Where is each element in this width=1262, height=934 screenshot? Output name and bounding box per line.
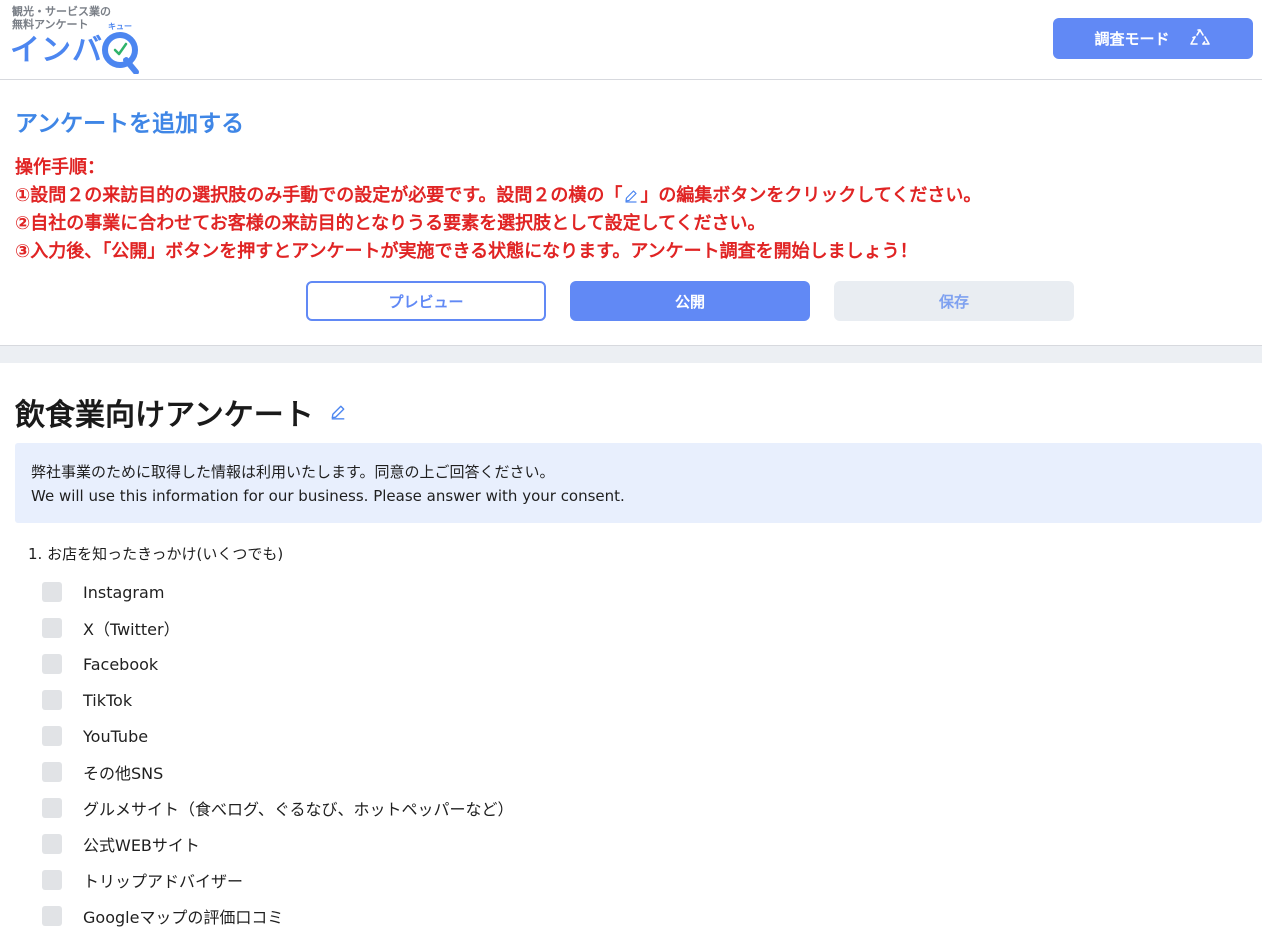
checkbox[interactable] (42, 834, 62, 854)
instruction-steps: 操作手順： ①設問２の来訪目的の選択肢のみ手動での設定が必要です。設問２の横の「… (15, 154, 1255, 266)
option-label: Facebook (83, 654, 159, 674)
publish-button[interactable]: 公開 (570, 281, 810, 321)
checkbox[interactable] (42, 618, 62, 638)
inbaq-logo[interactable]: 観光・サービス業の 無料アンケート インバ キュー (10, 4, 150, 74)
checkbox[interactable] (42, 906, 62, 926)
instruction-heading: 操作手順： (15, 157, 105, 178)
checkbox[interactable] (42, 798, 62, 818)
recycle-icon (1189, 28, 1210, 45)
question-1-options: Instagram X（Twitter） Facebook TikTok You… (42, 574, 942, 934)
option-instagram[interactable]: Instagram (42, 574, 942, 610)
page-title: アンケートを追加する (15, 111, 245, 137)
survey-mode-button[interactable]: 調査モード (1053, 18, 1253, 59)
top-bar: 観光・サービス業の 無料アンケート インバ キュー 調査モード (0, 0, 1262, 80)
checkbox[interactable] (42, 762, 62, 782)
action-buttons: プレビュー 公開 保存 (0, 281, 1262, 321)
checkbox[interactable] (42, 726, 62, 746)
checkbox[interactable] (42, 870, 62, 890)
option-label: その他SNS (83, 764, 164, 783)
survey-mode-label: 調査モード (1094, 30, 1170, 48)
option-label: TikTok (83, 690, 133, 710)
question-1-label: 1. お店を知ったきっかけ(いくつでも) (28, 545, 284, 563)
option-label: トリップアドバイザー (83, 872, 244, 891)
step1-text-before: ①設問２の来訪目的の選択肢のみ手動での設定が必要です。設問２の横の「 (15, 185, 623, 206)
option-label: YouTube (83, 726, 149, 746)
section-divider (0, 345, 1262, 363)
logo-tagline-line2: 無料アンケート (12, 18, 89, 31)
survey-title-text: 飲食業向けアンケート (15, 398, 314, 433)
checkbox[interactable] (42, 654, 62, 674)
instruction-step-3: ③入力後、「公開」ボタンを押すとアンケートが実施できる状態になります。アンケート… (15, 241, 918, 262)
save-button[interactable]: 保存 (834, 281, 1074, 321)
option-x-twitter[interactable]: X（Twitter） (42, 610, 942, 646)
option-gourmet-sites[interactable]: グルメサイト（食べログ、ぐるなび、ホットペッパーなど） (42, 790, 942, 826)
option-label: 公式WEBサイト (83, 836, 200, 855)
instruction-step-1: ①設問２の来訪目的の選択肢のみ手動での設定が必要です。設問２の横の「 」の編集ボタ… (15, 182, 1255, 210)
option-label: グルメサイト（食べログ、ぐるなび、ホットペッパーなど） (83, 800, 514, 819)
option-facebook[interactable]: Facebook (42, 646, 942, 682)
option-other-sns[interactable]: その他SNS (42, 754, 942, 790)
option-google-maps-reviews[interactable]: Googleマップの評価口コミ (42, 898, 942, 934)
option-label: Googleマップの評価口コミ (83, 908, 284, 927)
logo-q-check-icon (102, 32, 139, 74)
preview-button[interactable]: プレビュー (306, 281, 546, 321)
option-official-website[interactable]: 公式WEBサイト (42, 826, 942, 862)
option-label: Instagram (83, 582, 165, 602)
option-label: X（Twitter） (83, 620, 180, 639)
pencil-icon (625, 190, 638, 203)
step1-text-after: 」の編集ボタンをクリックしてください。 (640, 185, 982, 206)
survey-title: 飲食業向けアンケート (15, 390, 346, 434)
logo-brand-text: インバ (10, 33, 103, 68)
option-youtube[interactable]: YouTube (42, 718, 942, 754)
consent-notice: 弊社事業のために取得した情報は利用いたします。同意の上ご回答ください。 We w… (15, 443, 1262, 523)
option-tiktok[interactable]: TikTok (42, 682, 942, 718)
option-tripadvisor[interactable]: トリップアドバイザー (42, 862, 942, 898)
instruction-step-2: ②自社の事業に合わせてお客様の来訪目的となりうる要素を選択肢として設定してくださ… (15, 213, 766, 234)
checkbox[interactable] (42, 582, 62, 602)
consent-notice-en: We will use this information for our bus… (31, 487, 625, 505)
logo-tagline-line1: 観光・サービス業の (12, 5, 111, 18)
consent-notice-jp: 弊社事業のために取得した情報は利用いたします。同意の上ご回答ください。 (31, 463, 555, 481)
edit-title-pencil-icon[interactable] (330, 404, 346, 420)
checkbox[interactable] (42, 690, 62, 710)
